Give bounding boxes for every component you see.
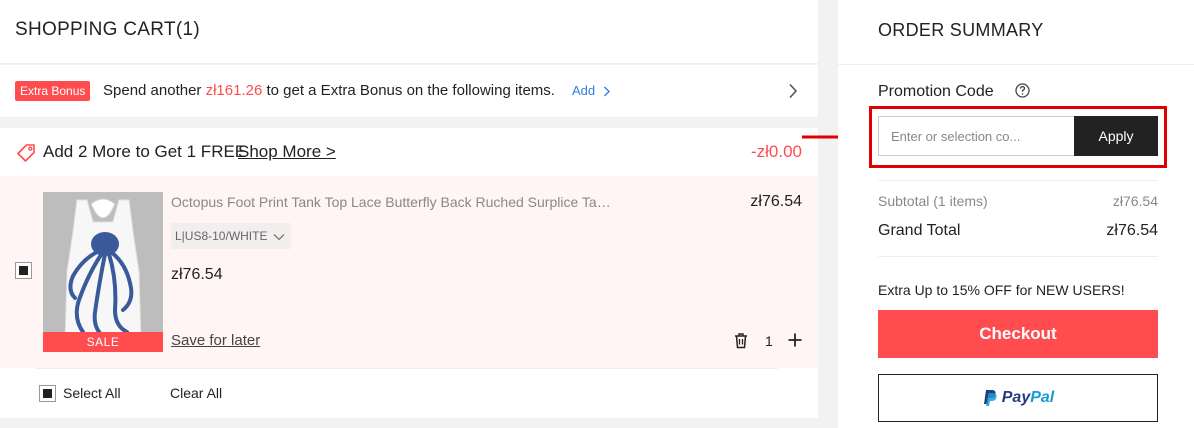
footer-divider: [36, 368, 778, 369]
plus-icon[interactable]: [787, 332, 803, 348]
summary-divider: [878, 256, 1158, 257]
cart-section: SHOPPING CART(1) Extra Bonus Spend anoth…: [0, 0, 818, 428]
item-checkbox[interactable]: [15, 262, 32, 279]
grand-total-label: Grand Total: [878, 222, 961, 239]
new-user-offer-text: Extra Up to 15% OFF for NEW USERS!: [878, 282, 1125, 298]
chevron-down-icon: [273, 233, 285, 241]
apply-button[interactable]: Apply: [1074, 116, 1158, 156]
paypal-logo-icon: [983, 390, 997, 406]
promo-code-input[interactable]: [878, 116, 1074, 156]
cart-footer: [0, 368, 818, 418]
paypal-pay: Pay: [1001, 389, 1031, 406]
clear-all-button[interactable]: Clear All: [170, 385, 222, 401]
variant-selector[interactable]: L|US8-10/WHITE: [171, 223, 291, 249]
octopus-tank-top-image: [43, 192, 163, 352]
question-circle-icon[interactable]: [1015, 83, 1030, 98]
shop-more-link[interactable]: Shop More >: [238, 142, 336, 162]
bonus-add-link[interactable]: Add: [572, 83, 611, 98]
summary-divider: [838, 64, 1194, 65]
grand-total-value: zł76.54: [1106, 222, 1158, 239]
save-for-later-link[interactable]: Save for later: [171, 332, 260, 349]
chevron-right-icon: [603, 86, 610, 97]
cart-title: SHOPPING CART(1): [15, 19, 200, 40]
extra-bonus-badge: Extra Bonus: [15, 81, 91, 101]
item-unit-price: zł76.54: [171, 266, 223, 283]
item-total-price: zł76.54: [750, 193, 802, 210]
tag-icon: [17, 144, 35, 162]
bonus-text-after: to get a Extra Bonus on the following it…: [262, 82, 555, 99]
sale-tag: SALE: [43, 332, 163, 352]
paypal-button[interactable]: PayPal: [878, 374, 1158, 422]
trash-icon[interactable]: [733, 332, 749, 349]
paypal-wordmark: PayPal: [1002, 389, 1054, 407]
summary-divider: [878, 180, 1158, 181]
chevron-right-icon[interactable]: [788, 83, 798, 99]
promotion-code-label: Promotion Code: [878, 83, 994, 100]
variant-label: L|US8-10/WHITE: [175, 229, 268, 243]
select-all-checkbox[interactable]: [39, 385, 56, 402]
checkbox-checked-mark: [43, 389, 52, 398]
bonus-text-before: Spend another: [103, 82, 206, 99]
product-image[interactable]: [43, 192, 163, 352]
bonus-amount: zł161.26: [205, 82, 263, 99]
bonus-add-label: Add: [572, 83, 596, 98]
subtotal-label: Subtotal (1 items): [878, 193, 988, 209]
promo-discount-value: -zł0.00: [750, 142, 802, 161]
product-title[interactable]: Octopus Foot Print Tank Top Lace Butterf…: [171, 194, 611, 210]
checkbox-checked-mark: [19, 266, 28, 275]
quantity-value[interactable]: 1: [765, 333, 773, 349]
free-item-promo-text: Add 2 More to Get 1 FREE: [43, 142, 247, 161]
paypal-pal: Pal: [1030, 389, 1055, 406]
checkout-button[interactable]: Checkout: [878, 310, 1158, 358]
select-all-label[interactable]: Select All: [63, 385, 121, 401]
extra-bonus-message: Spend another zł161.26 to get a Extra Bo…: [103, 82, 555, 99]
subtotal-value: zł76.54: [1112, 193, 1158, 209]
order-summary-title: ORDER SUMMARY: [878, 20, 1044, 40]
